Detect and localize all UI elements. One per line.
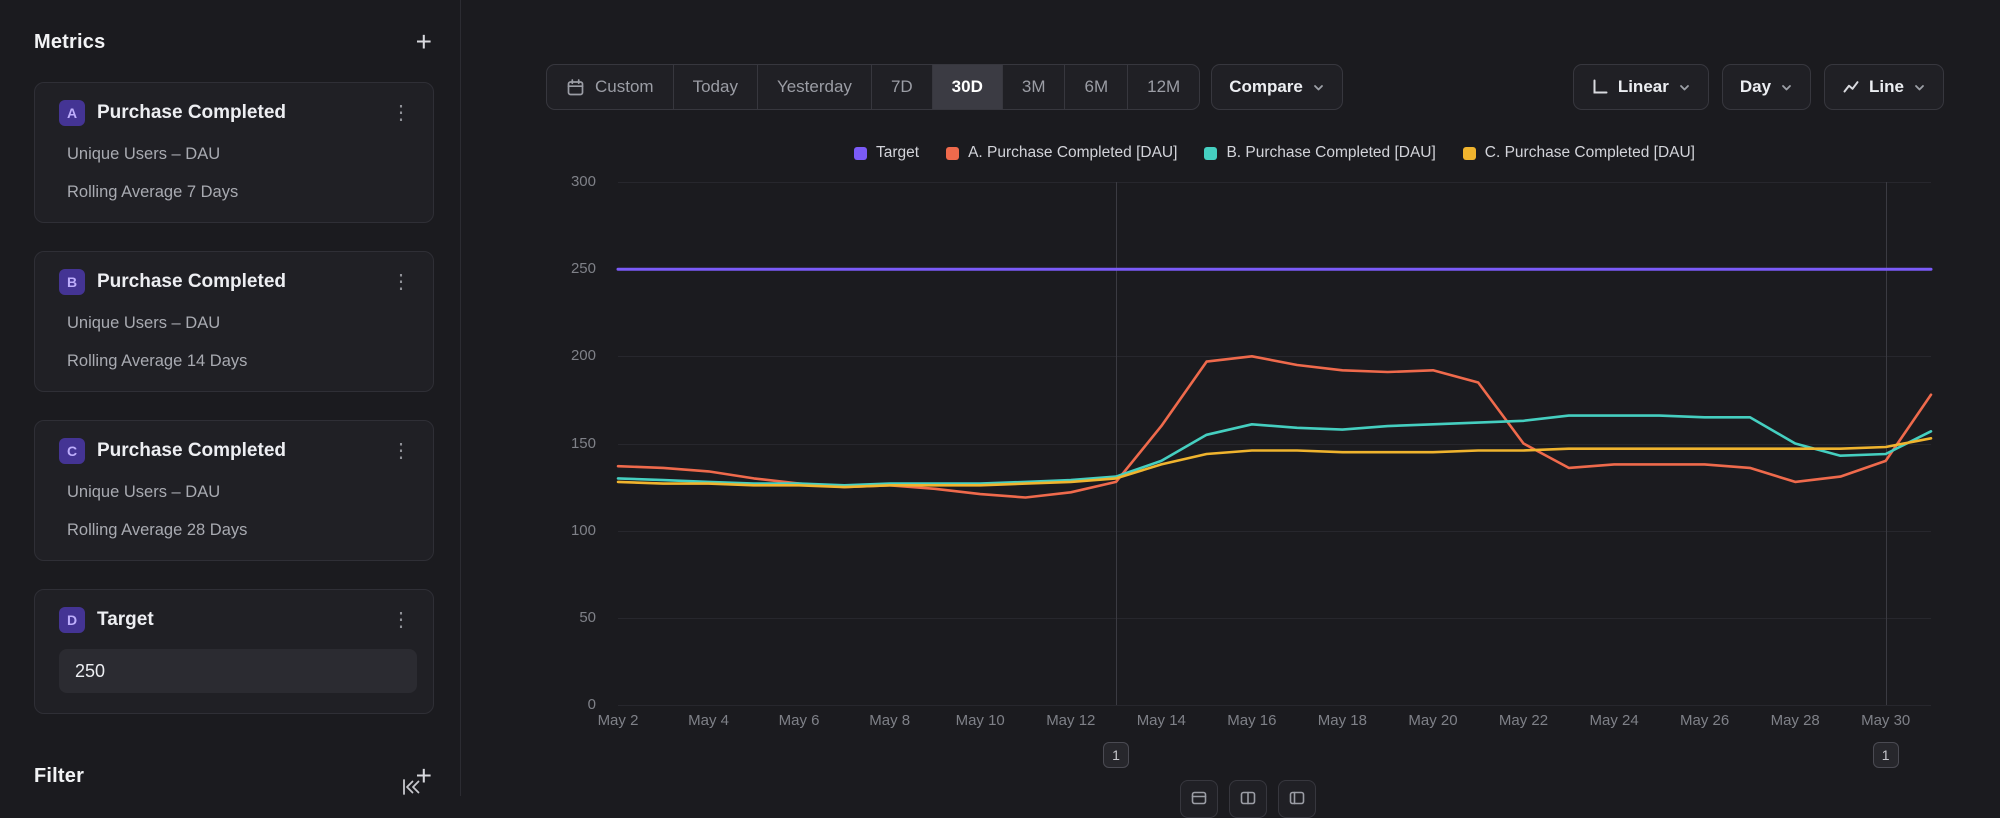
y-axis-tick-label: 150 bbox=[536, 435, 596, 452]
x-axis-tick-label: May 2 bbox=[578, 712, 658, 729]
x-axis-tick-label: May 26 bbox=[1665, 712, 1745, 729]
expand-icon bbox=[1288, 789, 1306, 807]
metric-badge-d: D bbox=[59, 607, 85, 633]
metric-measurement[interactable]: Unique Users – DAU bbox=[67, 145, 417, 164]
add-metric-button[interactable]: + bbox=[414, 28, 434, 56]
metrics-section-title: Metrics bbox=[34, 31, 105, 54]
metrics-header: Metrics + bbox=[34, 28, 434, 56]
metric-card-b[interactable]: B Purchase Completed ⋮ Unique Users – DA… bbox=[34, 251, 434, 392]
metric-menu-button[interactable]: ⋮ bbox=[385, 272, 417, 292]
gridline bbox=[618, 705, 1931, 706]
x-axis-tick-label: May 14 bbox=[1121, 712, 1201, 729]
chart-footer-button-2[interactable] bbox=[1229, 780, 1267, 818]
x-axis-tick-label: May 6 bbox=[759, 712, 839, 729]
metric-title: Purchase Completed bbox=[97, 271, 385, 293]
metric-measurement[interactable]: Unique Users – DAU bbox=[67, 314, 417, 333]
line-chart: 0 50 100 150 200 250 300 May 2 May 4 May 6 May 8 Ma… bbox=[462, 0, 2000, 796]
metric-badge-c: C bbox=[59, 438, 85, 464]
x-axis-tick-label: May 8 bbox=[850, 712, 930, 729]
metric-rolling-average[interactable]: Rolling Average 28 Days bbox=[67, 521, 417, 540]
filter-header: Filter + bbox=[34, 762, 434, 790]
collapse-sidebar-button[interactable] bbox=[400, 776, 422, 801]
y-axis-tick-label: 200 bbox=[536, 347, 596, 364]
x-axis-tick-label: May 28 bbox=[1755, 712, 1835, 729]
metric-menu-button[interactable]: ⋮ bbox=[385, 103, 417, 123]
x-axis-tick-label: May 22 bbox=[1484, 712, 1564, 729]
collapse-sidebar-icon bbox=[400, 776, 422, 798]
target-value-input[interactable] bbox=[59, 649, 417, 693]
y-axis-tick-label: 250 bbox=[536, 260, 596, 277]
y-axis-tick-label: 50 bbox=[536, 609, 596, 626]
metric-title: Target bbox=[97, 609, 385, 631]
chart-footer-button-1[interactable] bbox=[1180, 780, 1218, 818]
chart-footer-button-3[interactable] bbox=[1278, 780, 1316, 818]
x-axis-tick-label: May 4 bbox=[669, 712, 749, 729]
x-axis-tick-label: May 20 bbox=[1393, 712, 1473, 729]
metric-rolling-average[interactable]: Rolling Average 14 Days bbox=[67, 352, 417, 371]
x-axis-tick-label: May 18 bbox=[1302, 712, 1382, 729]
metric-title: Purchase Completed bbox=[97, 102, 385, 124]
metric-card-target[interactable]: D Target ⋮ bbox=[34, 589, 434, 714]
metric-menu-button[interactable]: ⋮ bbox=[385, 610, 417, 630]
table-icon bbox=[1239, 789, 1257, 807]
metric-badge-b: B bbox=[59, 269, 85, 295]
x-axis-tick-label: May 30 bbox=[1846, 712, 1926, 729]
y-axis-tick-label: 0 bbox=[536, 696, 596, 713]
filter-section-title: Filter bbox=[34, 765, 84, 788]
x-axis-tick-label: May 10 bbox=[940, 712, 1020, 729]
metric-card-a[interactable]: A Purchase Completed ⋮ Unique Users – DA… bbox=[34, 82, 434, 223]
series-line-c bbox=[618, 438, 1931, 487]
annotation-badge[interactable]: 1 bbox=[1103, 742, 1129, 768]
metric-card-c[interactable]: C Purchase Completed ⋮ Unique Users – DA… bbox=[34, 420, 434, 561]
metric-card-head: B Purchase Completed ⋮ bbox=[59, 269, 417, 295]
metric-rolling-average[interactable]: Rolling Average 7 Days bbox=[67, 183, 417, 202]
metric-card-head: A Purchase Completed ⋮ bbox=[59, 100, 417, 126]
metric-card-head: D Target ⋮ bbox=[59, 607, 417, 633]
metrics-sidebar: Metrics + A Purchase Completed ⋮ Unique … bbox=[0, 0, 461, 796]
panel-icon bbox=[1190, 789, 1208, 807]
metric-measurement[interactable]: Unique Users – DAU bbox=[67, 483, 417, 502]
metric-badge-a: A bbox=[59, 100, 85, 126]
chart-footer-toolbar bbox=[1180, 780, 1316, 818]
y-axis-tick-label: 300 bbox=[536, 173, 596, 190]
x-axis-tick-label: May 12 bbox=[1031, 712, 1111, 729]
annotation-badge[interactable]: 1 bbox=[1873, 742, 1899, 768]
x-axis-tick-label: May 16 bbox=[1212, 712, 1292, 729]
y-axis-tick-label: 100 bbox=[536, 522, 596, 539]
chart-panel: Custom Today Yesterday 7D 30D 3M 6M 12M … bbox=[462, 0, 2000, 796]
metric-title: Purchase Completed bbox=[97, 440, 385, 462]
metric-menu-button[interactable]: ⋮ bbox=[385, 441, 417, 461]
chart-series-svg bbox=[618, 182, 1931, 705]
metric-card-head: C Purchase Completed ⋮ bbox=[59, 438, 417, 464]
x-axis-tick-label: May 24 bbox=[1574, 712, 1654, 729]
